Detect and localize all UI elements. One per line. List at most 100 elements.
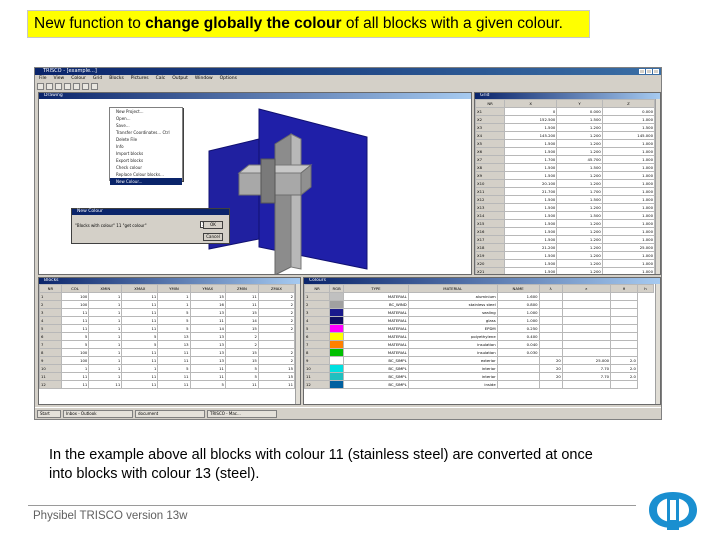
menu-colour[interactable]: Colour bbox=[71, 75, 86, 82]
blocks-cell: 5 bbox=[121, 332, 159, 341]
table-row[interactable]: 12 BC_SIMPL inside bbox=[304, 380, 654, 389]
file-menu-item[interactable]: Transfer Coordinates... Ctrl bbox=[110, 129, 182, 136]
table-row[interactable]: 10 1 1 1 5 11 5 15 bbox=[39, 364, 296, 373]
open-icon[interactable] bbox=[46, 83, 53, 90]
colours-header: NAME bbox=[496, 284, 540, 293]
table-row[interactable]: 9 100 1 11 11 13 15 2 bbox=[39, 356, 296, 365]
table-row[interactable]: 5 11 1 11 5 14 15 2 bbox=[39, 324, 296, 333]
grid-cell: 1.200 bbox=[556, 243, 603, 252]
table-row[interactable]: X3 1.500 1.200 1.500 bbox=[475, 123, 656, 132]
menu-window[interactable]: Window bbox=[195, 75, 213, 82]
table-row[interactable]: X18 21.200 1.200 25.000 bbox=[475, 243, 656, 252]
table-row[interactable]: 8 MATERIAL insulation 0.030 bbox=[304, 348, 654, 357]
menu-blocks[interactable]: Blocks bbox=[109, 75, 124, 82]
file-menu-item[interactable]: New Project... bbox=[110, 108, 182, 115]
table-row[interactable]: 1 100 1 11 1 15 11 2 bbox=[39, 292, 296, 301]
colours-scrollbar[interactable] bbox=[655, 284, 660, 404]
colours-cell bbox=[561, 380, 612, 389]
table-row[interactable]: 7 MATERIAL insulation 0.040 bbox=[304, 340, 654, 349]
menu-view[interactable]: View bbox=[54, 75, 65, 82]
grid-scrollbar[interactable] bbox=[655, 99, 660, 274]
close-button[interactable] bbox=[653, 69, 659, 74]
file-menu-item[interactable]: New Colour... bbox=[110, 178, 182, 185]
taskbar-item[interactable]: Start bbox=[37, 410, 61, 418]
new-icon[interactable] bbox=[37, 83, 44, 90]
table-row[interactable]: 8 100 1 11 11 13 15 2 bbox=[39, 348, 296, 357]
table-row[interactable]: 5 MATERIAL EPDM 0.250 bbox=[304, 324, 654, 333]
table-row[interactable]: 1 MATERIAL aluminium 1.600 bbox=[304, 292, 654, 301]
table-row[interactable]: X14 1.500 1.500 1.000 bbox=[475, 211, 656, 220]
table-row[interactable]: 2 100 1 11 1 16 11 2 bbox=[39, 300, 296, 309]
colours-cell bbox=[561, 324, 612, 333]
table-row[interactable]: 7 5 1 5 13 13 2 bbox=[39, 340, 296, 349]
table-row[interactable]: X20 1.500 1.200 1.000 bbox=[475, 259, 656, 268]
grid-cell: 25.000 bbox=[601, 243, 656, 252]
blocks-cell: 11 bbox=[121, 308, 159, 317]
maximize-button[interactable] bbox=[646, 69, 652, 74]
file-menu-item[interactable]: Replace Colour blocks... bbox=[110, 171, 182, 178]
file-menu-item[interactable]: Check colour bbox=[110, 164, 182, 171]
table-row[interactable]: 3 11 1 11 5 13 15 2 bbox=[39, 308, 296, 317]
rotate-icon[interactable] bbox=[82, 83, 89, 90]
table-row[interactable]: X2 152.500 1.500 1.000 bbox=[475, 115, 656, 124]
blocks-scrollbar[interactable] bbox=[295, 284, 300, 404]
file-menu-item[interactable]: Save... bbox=[110, 122, 182, 129]
minimize-button[interactable] bbox=[639, 69, 645, 74]
table-row[interactable]: X19 1.500 1.200 1.000 bbox=[475, 251, 656, 260]
table-row[interactable]: X12 1.500 1.500 1.000 bbox=[475, 195, 656, 204]
table-row[interactable]: X13 1.500 1.200 1.000 bbox=[475, 203, 656, 212]
table-row[interactable]: X5 1.500 1.200 1.000 bbox=[475, 139, 656, 148]
save-icon[interactable] bbox=[55, 83, 62, 90]
table-row[interactable]: X16 1.500 1.200 1.000 bbox=[475, 227, 656, 236]
table-row[interactable]: 10 BC_SIMPL interior 20 7.70 2.0 bbox=[304, 364, 654, 373]
print-icon[interactable] bbox=[64, 83, 71, 90]
blocks-header: XMAX bbox=[121, 284, 159, 293]
table-row[interactable]: X21 1.500 1.200 1.000 bbox=[475, 267, 656, 274]
file-menu-item[interactable]: Import blocks bbox=[110, 150, 182, 157]
table-row[interactable]: 2 BC_WIND stainless steel 0.800 bbox=[304, 300, 654, 309]
table-row[interactable]: 3 MATERIAL sealing 1.000 bbox=[304, 308, 654, 317]
table-row[interactable]: 6 5 1 5 13 13 2 bbox=[39, 332, 296, 341]
taskbar-item[interactable]: Inbox - Outlook bbox=[63, 410, 133, 418]
table-row[interactable]: X11 21.700 1.700 1.000 bbox=[475, 187, 656, 196]
menu-output[interactable]: Output bbox=[172, 75, 188, 82]
taskbar-item[interactable]: document bbox=[135, 410, 205, 418]
menu-file[interactable]: File bbox=[39, 75, 47, 82]
table-row[interactable]: 11 11 1 11 11 11 5 15 bbox=[39, 372, 296, 381]
dialog-cancel-button[interactable]: Cancel bbox=[203, 233, 223, 241]
table-row[interactable]: 9 BC_SIMPL exterior 20 25.000 2.0 bbox=[304, 356, 654, 365]
menu-grid[interactable]: Grid bbox=[93, 75, 102, 82]
table-row[interactable]: X8 1.500 1.500 1.000 bbox=[475, 163, 656, 172]
drawing-canvas[interactable] bbox=[39, 99, 471, 274]
file-menu-item[interactable]: Delete File bbox=[110, 136, 182, 143]
menu-pictures[interactable]: Pictures bbox=[131, 75, 149, 82]
grid-cell: 1.200 bbox=[556, 171, 603, 180]
blocks-cell: 5 bbox=[157, 308, 191, 317]
file-menu-item[interactable]: Open... bbox=[110, 115, 182, 122]
table-row[interactable]: X6 1.500 1.200 1.000 bbox=[475, 147, 656, 156]
taskbar-item[interactable]: TRISCO - Mac... bbox=[207, 410, 277, 418]
dialog-title: New Colour bbox=[72, 209, 229, 215]
table-row[interactable]: X17 1.500 1.200 1.000 bbox=[475, 235, 656, 244]
file-menu-item[interactable]: Info bbox=[110, 143, 182, 150]
menu-options[interactable]: Options bbox=[220, 75, 237, 82]
menu-calc[interactable]: Calc bbox=[156, 75, 166, 82]
file-menu-item[interactable]: Export blocks bbox=[110, 157, 182, 164]
table-row[interactable]: 11 BC_SIMPL interior 20 7.70 2.0 bbox=[304, 372, 654, 381]
zoom-icon[interactable] bbox=[73, 83, 80, 90]
calc-icon[interactable] bbox=[91, 83, 98, 90]
table-row[interactable]: 12 11 11 11 11 5 11 11 bbox=[39, 380, 296, 389]
grid-cell: 1.000 bbox=[601, 195, 656, 204]
table-row[interactable]: X4 145.200 1.200 145.000 bbox=[475, 131, 656, 140]
grid-cell: 1.000 bbox=[601, 235, 656, 244]
table-row[interactable]: 4 MATERIAL glass 1.000 bbox=[304, 316, 654, 325]
table-row[interactable]: X1 0 0.000 0.000 bbox=[475, 107, 656, 116]
dialog-ok-button[interactable]: OK bbox=[203, 221, 223, 229]
table-row[interactable]: X15 1.500 1.200 1.000 bbox=[475, 219, 656, 228]
table-row[interactable]: X9 1.500 1.200 1.000 bbox=[475, 171, 656, 180]
table-row[interactable]: X7 1.700 45.700 1.000 bbox=[475, 155, 656, 164]
table-row[interactable]: 6 MATERIAL polyethylene 0.400 bbox=[304, 332, 654, 341]
colours-cell: 10 bbox=[304, 364, 331, 373]
table-row[interactable]: X10 20.100 1.200 1.000 bbox=[475, 179, 656, 188]
table-row[interactable]: 4 11 1 11 5 11 14 2 bbox=[39, 316, 296, 325]
